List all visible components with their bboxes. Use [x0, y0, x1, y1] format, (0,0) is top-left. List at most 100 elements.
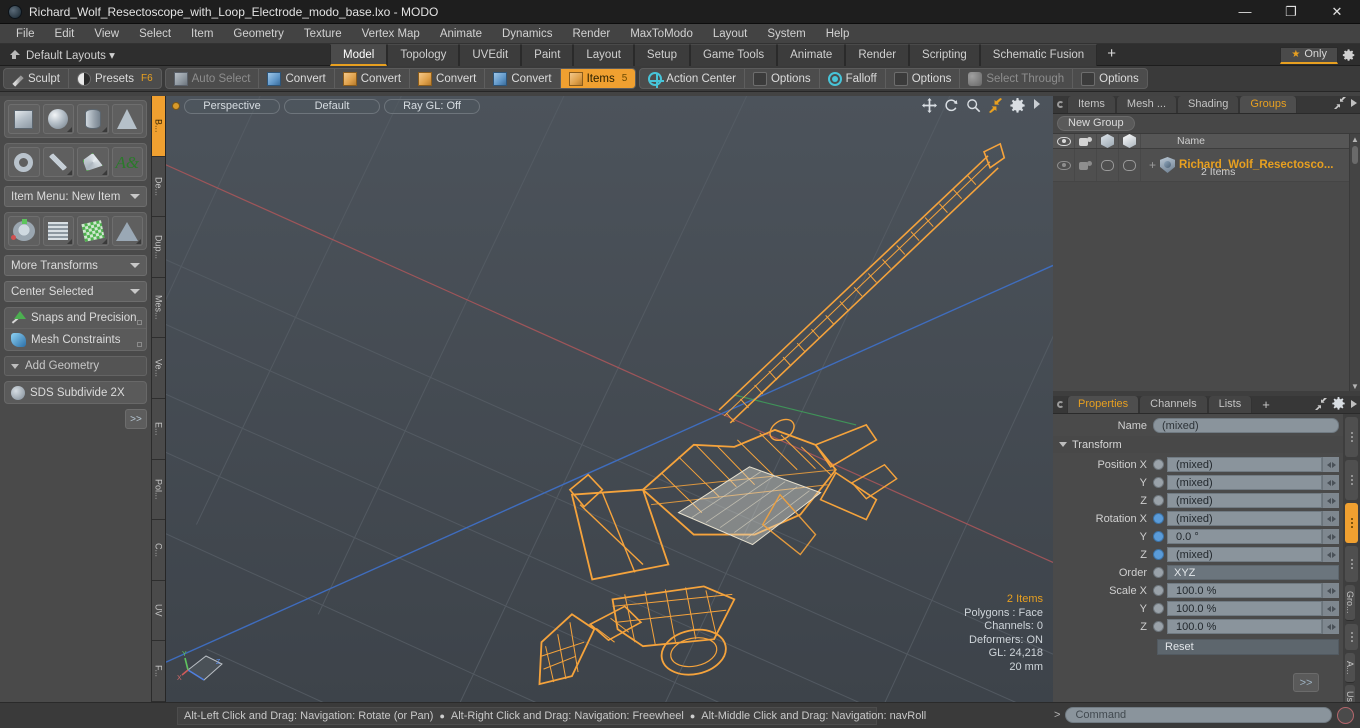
torus-primitive-button[interactable]: [8, 147, 40, 177]
rotation-y-radio[interactable]: [1153, 531, 1164, 542]
panel-menu-icon[interactable]: [1053, 96, 1067, 113]
scale-y-radio[interactable]: [1153, 603, 1164, 614]
order-select[interactable]: XYZ: [1167, 565, 1339, 580]
polygon-primitive-button[interactable]: [77, 147, 109, 177]
curve-primitive-button[interactable]: [42, 147, 74, 177]
rotation-z-field[interactable]: (mixed): [1167, 547, 1322, 562]
tab-lists[interactable]: Lists: [1207, 396, 1253, 413]
menu-item-item[interactable]: Item: [181, 24, 223, 44]
position-y-field[interactable]: (mixed): [1167, 475, 1322, 490]
sculpt-button[interactable]: Sculpt: [4, 69, 69, 88]
tab-render[interactable]: Render: [845, 43, 910, 66]
tab-properties[interactable]: Properties: [1067, 396, 1140, 413]
menu-item-view[interactable]: View: [84, 24, 129, 44]
tab-game-tools[interactable]: Game Tools: [689, 43, 778, 66]
properties-add-tab[interactable]: +: [1252, 396, 1280, 413]
viewport-active-dot-icon[interactable]: [172, 102, 180, 110]
row-name-cell[interactable]: + Richard_Wolf_Resectosco... 2 Items: [1141, 149, 1360, 181]
menu-item-render[interactable]: Render: [562, 24, 620, 44]
position-x-radio[interactable]: [1153, 459, 1164, 470]
tab-setup[interactable]: Setup: [633, 43, 690, 66]
convert-vertices-button[interactable]: Convert: [259, 69, 335, 88]
position-y-stepper[interactable]: [1322, 475, 1339, 490]
more-icon[interactable]: [1032, 98, 1047, 113]
menu-item-animate[interactable]: Animate: [430, 24, 492, 44]
menu-item-layout[interactable]: Layout: [703, 24, 758, 44]
tab-items[interactable]: Items: [1067, 96, 1116, 113]
position-z-stepper[interactable]: [1322, 493, 1339, 508]
scale-y-field[interactable]: 100.0 %: [1167, 601, 1322, 616]
select-through-button[interactable]: Select Through: [960, 69, 1074, 88]
item-list-scrollbar[interactable]: ▲ ▼: [1349, 134, 1360, 391]
transform-tool-button[interactable]: [8, 216, 40, 246]
move-icon[interactable]: [922, 98, 937, 113]
new-group-button[interactable]: New Group: [1057, 116, 1135, 131]
scroll-up-arrow-icon[interactable]: ▲: [1350, 134, 1360, 144]
position-z-field[interactable]: (mixed): [1167, 493, 1322, 508]
menu-item-select[interactable]: Select: [129, 24, 181, 44]
row-shaded-toggle[interactable]: [1119, 149, 1141, 181]
rotation-y-stepper[interactable]: [1322, 529, 1339, 544]
snaps-precision-row[interactable]: Snaps and Precision: [5, 308, 146, 329]
tab-model[interactable]: Model: [330, 43, 388, 66]
view-mode-dropdown[interactable]: Perspective: [184, 98, 280, 114]
menu-item-dynamics[interactable]: Dynamics: [492, 24, 562, 44]
add-tab-button[interactable]: +: [1097, 44, 1126, 66]
rotation-x-radio[interactable]: [1153, 513, 1164, 524]
vtab-assembly[interactable]: A...: [1345, 653, 1355, 683]
tab-topology[interactable]: Topology: [387, 43, 460, 66]
expand-row-button[interactable]: +: [1149, 158, 1156, 172]
scale-x-field[interactable]: 100.0 %: [1167, 583, 1322, 598]
snaps-options-marker[interactable]: [137, 320, 142, 325]
menu-item-edit[interactable]: Edit: [45, 24, 85, 44]
vtab-basic[interactable]: B...: [152, 96, 165, 157]
ray-gl-dropdown[interactable]: Ray GL: Off: [384, 98, 480, 114]
mesh-constraints-options-marker[interactable]: [137, 342, 142, 347]
only-toggle-button[interactable]: ★ Only: [1280, 46, 1338, 64]
center-selected-dropdown[interactable]: Center Selected: [4, 281, 147, 302]
tab-animate[interactable]: Animate: [777, 43, 846, 66]
row-visibility-toggle[interactable]: [1053, 149, 1075, 181]
cone-primitive-button[interactable]: [111, 104, 143, 134]
scroll-down-arrow-icon[interactable]: ▼: [1350, 381, 1360, 391]
reset-dropdown[interactable]: Reset: [1157, 639, 1339, 655]
menu-item-system[interactable]: System: [757, 24, 815, 44]
position-y-radio[interactable]: [1153, 477, 1164, 488]
tab-channels[interactable]: Channels: [1139, 396, 1208, 413]
shading-dropdown[interactable]: Default: [284, 98, 380, 114]
expand-panel-icon[interactable]: [1334, 95, 1346, 110]
left-panel-expand-button[interactable]: >>: [125, 409, 147, 429]
tab-shading[interactable]: Shading: [1177, 96, 1240, 113]
scale-z-radio[interactable]: [1153, 621, 1164, 632]
zoom-icon[interactable]: [966, 98, 981, 113]
gear-icon[interactable]: [1010, 98, 1025, 113]
scale-x-stepper[interactable]: [1322, 583, 1339, 598]
add-geometry-section[interactable]: Add Geometry: [4, 356, 147, 376]
falloff-options-button[interactable]: Options: [886, 69, 961, 88]
vtab-uv[interactable]: UV: [152, 580, 165, 642]
table-row[interactable]: + Richard_Wolf_Resectosco... 2 Items: [1053, 149, 1360, 182]
falloff-button[interactable]: Falloff: [820, 69, 886, 88]
taper-tool-button[interactable]: [111, 216, 143, 246]
menu-item-file[interactable]: File: [6, 24, 45, 44]
grid-tool-button[interactable]: [42, 216, 74, 246]
position-x-field[interactable]: (mixed): [1167, 457, 1322, 472]
vtab-dots-2[interactable]: [1345, 460, 1358, 500]
order-radio[interactable]: [1153, 567, 1164, 578]
convert-polygons-button[interactable]: Convert: [410, 69, 486, 88]
vtab-groups[interactable]: Gro...: [1345, 585, 1355, 621]
mesh-constraints-row[interactable]: Mesh Constraints: [5, 329, 146, 350]
fit-icon[interactable]: [988, 98, 1003, 113]
vtab-active[interactable]: [1345, 503, 1358, 543]
vtab-vertex[interactable]: Ve...: [152, 338, 165, 399]
vtab-dots-4[interactable]: [1345, 624, 1358, 650]
position-x-stepper[interactable]: [1322, 457, 1339, 472]
convert-materials-button[interactable]: Convert: [485, 69, 561, 88]
scale-y-stepper[interactable]: [1322, 601, 1339, 616]
tab-uvedit[interactable]: UVEdit: [459, 43, 522, 66]
convert-edges-button[interactable]: Convert: [335, 69, 411, 88]
panel-menu-arrow-icon[interactable]: [1351, 99, 1357, 107]
expand-properties-icon[interactable]: [1315, 396, 1327, 411]
presets-button[interactable]: Presets F6: [69, 69, 161, 88]
rotation-x-stepper[interactable]: [1322, 511, 1339, 526]
